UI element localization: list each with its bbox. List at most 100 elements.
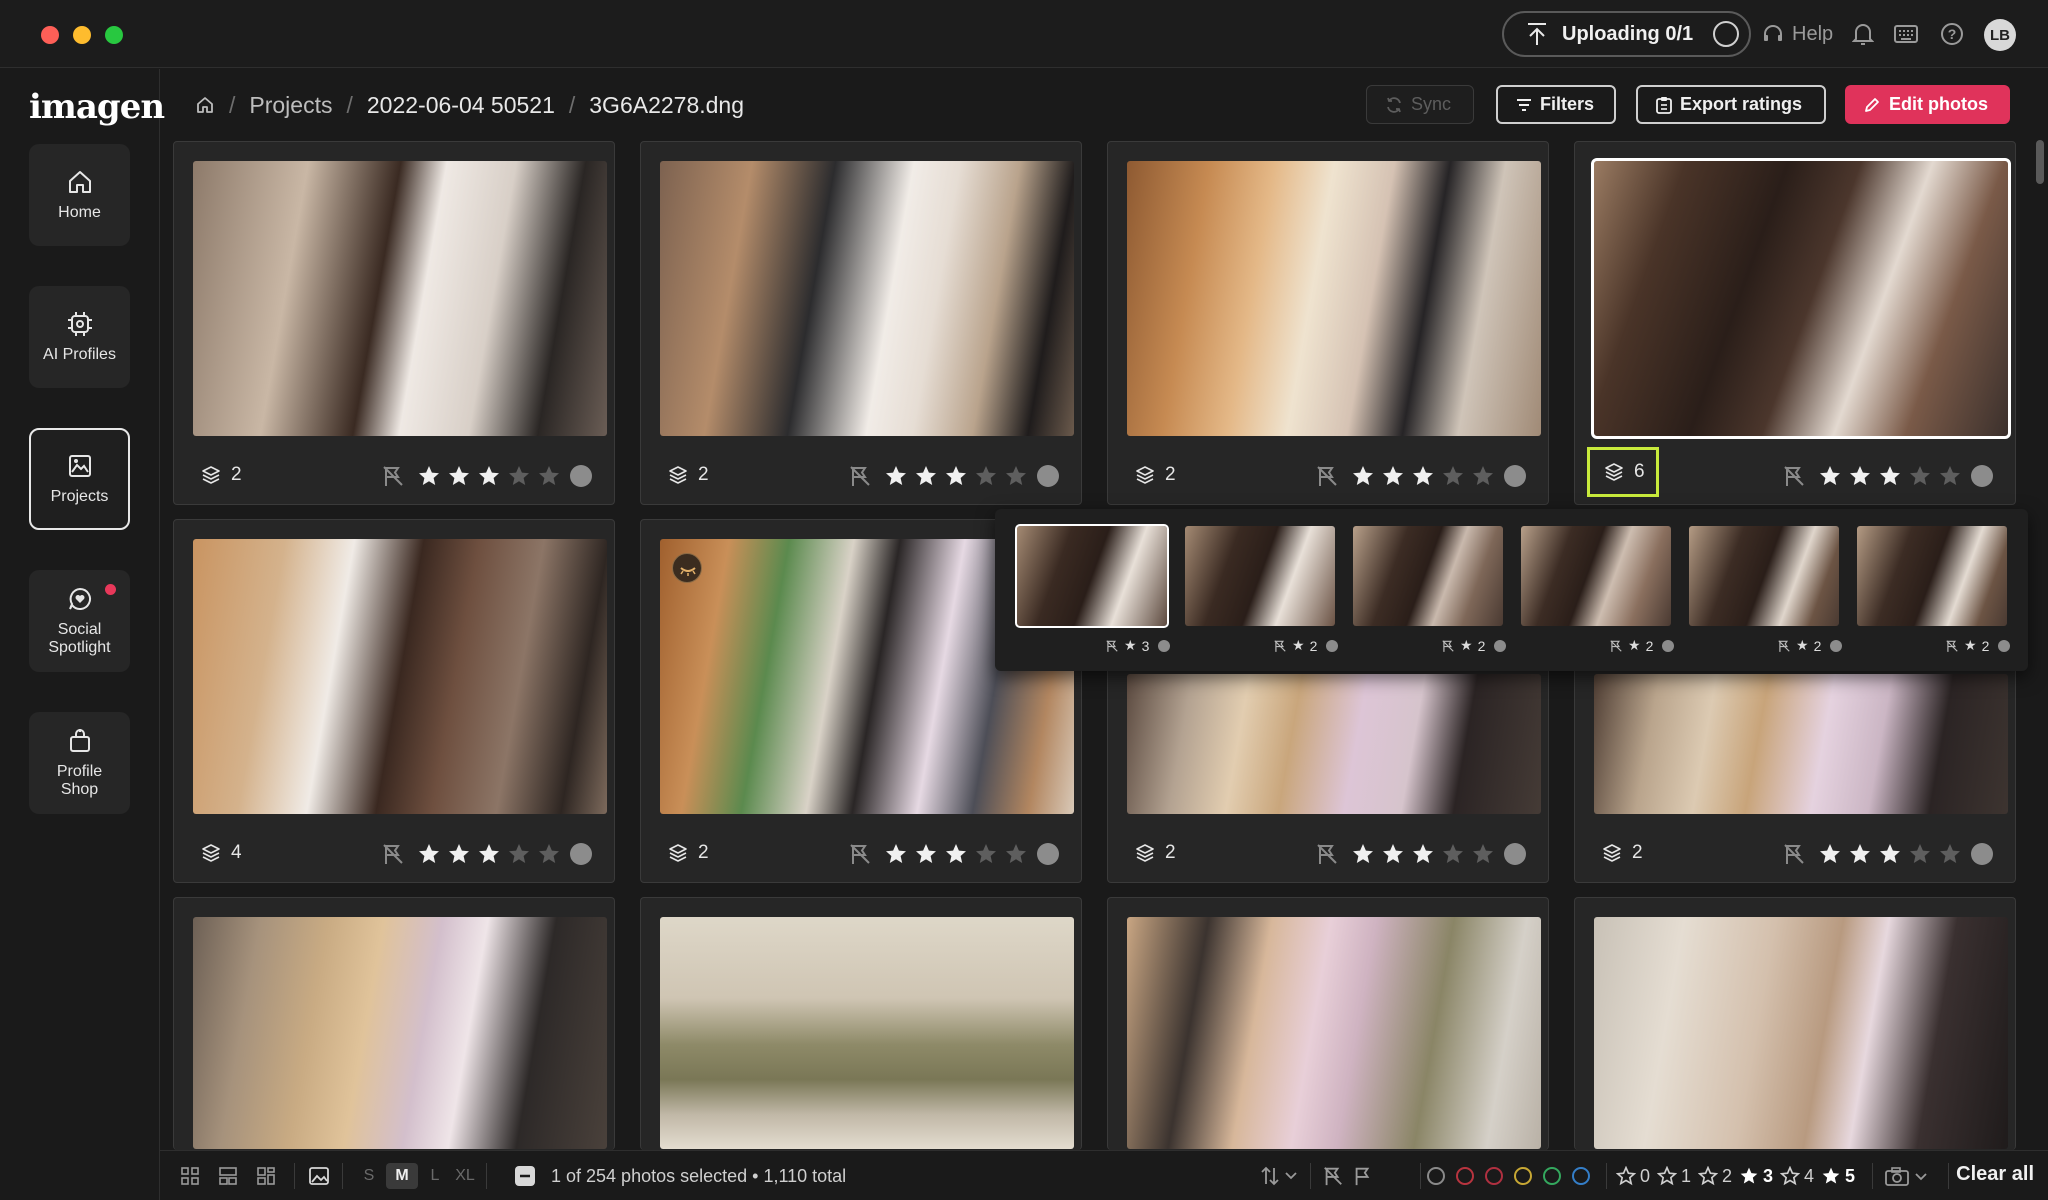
star-filter-5[interactable]: 5 (1821, 1163, 1855, 1189)
color-label-dot[interactable] (1971, 843, 1993, 865)
star-icon[interactable] (417, 842, 441, 866)
breadcrumb-project[interactable]: 2022-06-04 50521 (367, 92, 555, 119)
stack-count[interactable]: 2 (1135, 842, 1176, 864)
stack-thumbnail[interactable] (1353, 526, 1503, 626)
export-ratings-button[interactable]: Export ratings (1636, 85, 1826, 124)
star-icon[interactable] (944, 464, 968, 488)
zoom-window-button[interactable] (105, 26, 123, 44)
star-icon[interactable] (974, 842, 998, 866)
photo-thumbnail[interactable] (660, 917, 1074, 1149)
star-icon[interactable] (1351, 842, 1375, 866)
app-logo[interactable]: imagen (29, 87, 165, 127)
sidebar-item-profile-shop[interactable]: Profile Shop (29, 712, 130, 814)
star-icon[interactable] (1938, 842, 1962, 866)
star-icon[interactable] (477, 464, 501, 488)
star-icon[interactable] (1441, 842, 1465, 866)
image-preview-button[interactable] (308, 1163, 330, 1189)
star-icon[interactable] (447, 842, 471, 866)
star-filter-0[interactable]: 0 (1616, 1163, 1650, 1189)
color-filter-crimson[interactable] (1485, 1167, 1503, 1185)
color-filter-red[interactable] (1456, 1167, 1474, 1185)
star-filter-2[interactable]: 2 (1698, 1163, 1732, 1189)
deselect-checkbox[interactable] (514, 1163, 536, 1189)
size-xl-option[interactable]: XL (452, 1163, 478, 1189)
unflagged-icon[interactable] (1273, 639, 1287, 653)
star-icon[interactable] (1908, 842, 1932, 866)
mixed-view-button[interactable] (256, 1163, 276, 1189)
color-label-dot[interactable] (1037, 465, 1059, 487)
color-label-dot[interactable] (1971, 465, 1993, 487)
photo-thumbnail[interactable] (193, 539, 607, 814)
star-icon[interactable] (477, 842, 501, 866)
user-avatar[interactable]: LB (1984, 19, 2016, 51)
star-icon[interactable] (1004, 464, 1028, 488)
star-icon[interactable] (1938, 464, 1962, 488)
stack-count[interactable]: 4 (201, 842, 242, 864)
photo-thumbnail[interactable] (660, 161, 1074, 436)
star-icon[interactable] (1818, 842, 1842, 866)
unflagged-icon[interactable] (381, 842, 405, 866)
sidebar-item-social-spotlight[interactable]: Social Spotlight (29, 570, 130, 672)
photo-card[interactable]: 2 (1107, 141, 1549, 505)
star-icon[interactable] (1878, 842, 1902, 866)
unflagged-icon[interactable] (1315, 464, 1339, 488)
color-label-dot[interactable] (1998, 639, 2011, 652)
photo-thumbnail[interactable] (193, 917, 607, 1149)
stack-thumbnail[interactable] (1185, 526, 1335, 626)
star-icon[interactable] (1004, 842, 1028, 866)
stack-thumbnail[interactable] (1521, 526, 1671, 626)
star-icon[interactable] (537, 842, 561, 866)
stack-thumbnail[interactable] (1015, 524, 1169, 628)
flagged-filter-button[interactable] (1352, 1163, 1374, 1189)
photo-card[interactable] (173, 897, 615, 1150)
star-filter-3[interactable]: 3 (1739, 1163, 1773, 1189)
photo-card[interactable]: 2 (173, 141, 615, 505)
star-filter-4[interactable]: 4 (1780, 1163, 1814, 1189)
notifications-button[interactable] (1852, 18, 1874, 50)
photo-thumbnail-selected[interactable] (1591, 158, 2011, 439)
star-icon[interactable] (1381, 842, 1405, 866)
sidebar-item-projects[interactable]: Projects (29, 428, 130, 530)
close-window-button[interactable] (41, 26, 59, 44)
size-medium-option[interactable]: M (386, 1163, 418, 1189)
home-icon[interactable] (195, 95, 215, 115)
unflagged-icon[interactable] (1105, 639, 1119, 653)
star-icon[interactable] (1411, 842, 1435, 866)
upload-status-button[interactable]: Uploading 0/1 (1502, 11, 1751, 57)
question-button[interactable]: ? (1940, 18, 1964, 50)
stack-thumbnail[interactable] (1857, 526, 2007, 626)
color-filter-green[interactable] (1543, 1167, 1561, 1185)
color-label-dot[interactable] (570, 465, 592, 487)
photo-thumbnail[interactable] (1127, 917, 1541, 1149)
unflagged-icon[interactable] (1441, 639, 1455, 653)
star-icon[interactable] (1381, 464, 1405, 488)
star-icon[interactable] (884, 464, 908, 488)
star-icon[interactable] (914, 842, 938, 866)
color-filter-gray[interactable] (1427, 1167, 1445, 1185)
stack-count[interactable]: 2 (668, 464, 709, 486)
star-icon[interactable] (1441, 464, 1465, 488)
color-label-dot[interactable] (1504, 843, 1526, 865)
compact-view-button[interactable] (218, 1163, 238, 1189)
star-icon[interactable] (1471, 842, 1495, 866)
star-icon[interactable] (507, 464, 531, 488)
stack-count[interactable]: 2 (201, 464, 242, 486)
stack-count[interactable]: 2 (1135, 464, 1176, 486)
keyboard-shortcuts-button[interactable] (1894, 18, 1918, 50)
stack-count[interactable]: 2 (1602, 842, 1643, 864)
color-label-dot[interactable] (1494, 639, 1507, 652)
unflagged-icon[interactable] (848, 464, 872, 488)
unflagged-icon[interactable] (1609, 639, 1623, 653)
unflagged-icon[interactable] (848, 842, 872, 866)
color-filter-blue[interactable] (1572, 1167, 1590, 1185)
photo-card[interactable] (1574, 897, 2016, 1150)
star-icon[interactable] (1848, 842, 1872, 866)
camera-filter-dropdown[interactable] (1884, 1163, 1932, 1189)
sidebar-item-ai-profiles[interactable]: AI Profiles (29, 286, 130, 388)
edit-photos-button[interactable]: Edit photos (1845, 85, 2010, 124)
photo-card[interactable] (1107, 897, 1549, 1150)
photo-card[interactable]: 6 (1574, 141, 2016, 505)
star-icon[interactable] (447, 464, 471, 488)
star-icon[interactable] (1878, 464, 1902, 488)
size-small-option[interactable]: S (360, 1163, 378, 1189)
